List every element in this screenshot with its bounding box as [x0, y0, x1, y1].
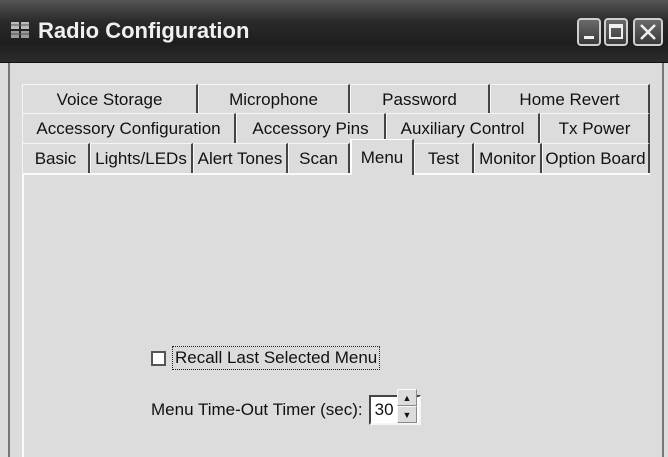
close-button[interactable]: [633, 18, 663, 46]
tab-lights-leds[interactable]: Lights/LEDs: [90, 143, 193, 173]
tab-menu[interactable]: Menu: [350, 139, 414, 175]
menu-timeout-spinner: ▲ ▼: [397, 389, 417, 425]
spin-down-button[interactable]: ▼: [397, 406, 417, 423]
tab-row-2: Accessory Configuration Accessory Pins A…: [22, 113, 650, 143]
spin-up-button[interactable]: ▲: [397, 389, 417, 406]
tab-tx-power[interactable]: Tx Power: [540, 113, 650, 143]
tab-option-board[interactable]: Option Board: [542, 143, 650, 173]
menu-timeout-row: Menu Time-Out Timer (sec): ▲ ▼: [151, 389, 421, 425]
tab-scan[interactable]: Scan: [288, 143, 350, 173]
app-grid-icon: [11, 22, 29, 38]
tab-home-revert[interactable]: Home Revert: [490, 84, 650, 114]
tab-row-3: Basic Lights/LEDs Alert Tones Scan Menu …: [22, 139, 650, 175]
minimize-icon: [584, 36, 594, 39]
arrow-up-icon: ▲: [402, 392, 412, 403]
arrow-down-icon: ▼: [402, 409, 412, 420]
maximize-button[interactable]: [604, 18, 628, 46]
close-icon: [640, 24, 656, 40]
tab-voice-storage[interactable]: Voice Storage: [22, 84, 198, 114]
maximize-icon: [609, 24, 623, 39]
radio-configuration-window: Radio Configuration Voice Storage Microp…: [0, 0, 668, 457]
tab-microphone[interactable]: Microphone: [198, 84, 350, 114]
tab-alert-tones[interactable]: Alert Tones: [193, 143, 288, 173]
tab-monitor[interactable]: Monitor: [474, 143, 542, 173]
tab-test[interactable]: Test: [414, 143, 474, 173]
tab-basic[interactable]: Basic: [22, 143, 90, 173]
minimize-button[interactable]: [577, 18, 601, 46]
recall-last-menu-label[interactable]: Recall Last Selected Menu: [172, 346, 381, 370]
tab-password[interactable]: Password: [350, 84, 490, 114]
menu-timeout-label: Menu Time-Out Timer (sec):: [151, 400, 363, 419]
title-bar[interactable]: Radio Configuration: [0, 0, 668, 63]
window-title: Radio Configuration: [38, 18, 250, 43]
tab-accessory-configuration[interactable]: Accessory Configuration: [22, 113, 236, 143]
tab-row-1: Voice Storage Microphone Password Home R…: [22, 84, 650, 114]
recall-last-menu-checkbox[interactable]: [151, 350, 166, 366]
recall-last-menu-row: Recall Last Selected Menu: [151, 346, 381, 370]
